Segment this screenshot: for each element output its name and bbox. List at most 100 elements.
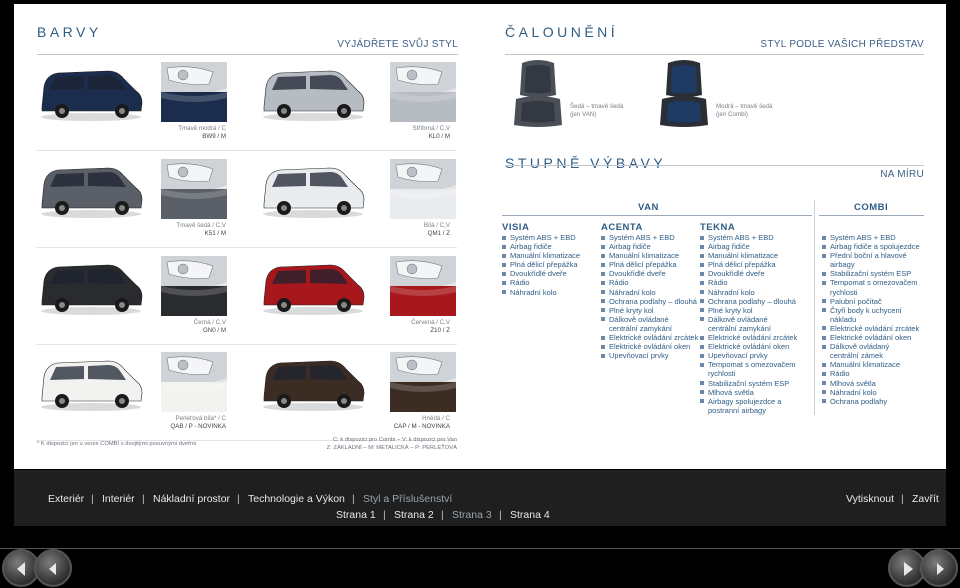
group-van-line [502,215,812,216]
grid-row-rule [36,344,457,345]
feature-item: Upevňovací prvky [601,351,699,360]
car-color-name: Tmavě šedá / C,V [176,222,226,229]
car-color-caption: Stříbrná / C,V KL0 / M [340,125,450,141]
feature-item: Rádio [700,278,798,287]
feature-item: Manuální klimatizace [601,251,699,260]
trim-acenta-features: Systém ABS + EBD Airbag řidiče Manuální kl… [601,233,699,360]
feature-item: Tempomat s omezovačem rychlosti [822,278,920,297]
nav-separator: | [901,493,904,505]
trim-rule [505,165,924,166]
seat-grey-label: Šedá – tmavě šedá (jen VAN) [570,103,624,118]
feature-item: Elektrické ovládání oken [601,342,699,351]
feature-item: Elektrické ovládání zrcátek [822,324,920,333]
headlight-detail [390,352,456,412]
trim-combi-features: Systém ABS + EBD Airbag řidiče a spolujez… [822,233,920,406]
nav-separator: | [441,509,444,521]
car-color-code: QM1 / Z [427,230,450,237]
page-link-2[interactable]: Strana 2 [394,509,434,521]
upholstery-subtitle: STYL PODLE VAŠICH PŘEDSTAV [760,39,924,50]
seat-grey [510,59,566,129]
feature-item: Stabilizační systém ESP [822,269,920,278]
headlight-detail [161,256,227,316]
feature-item: Plné kryty kol [700,306,798,315]
arrow-right-icon [904,562,913,576]
feature-item: Palubní počítač [822,297,920,306]
arrow-left-small-icon [49,563,56,575]
car-color-caption: Hnědá / C CAP / M - NOVINKA [340,415,450,431]
section-link-5[interactable]: Styl a Příslušenství [363,493,452,505]
colors-title: BARVY [37,24,102,40]
car-color-caption: Tmavě šedá / C,V K51 / M [116,222,226,238]
headlight-detail [390,159,456,219]
page-link-4[interactable]: Strana 4 [510,509,550,521]
feature-item: Systém ABS + EBD [502,233,600,242]
car-color-code: Z10 / Z [430,327,450,334]
group-divider [814,200,815,415]
feature-item: Náhradní kolo [822,388,920,397]
car-image [36,162,146,220]
feature-item: Dvoukřídlé dveře [502,269,600,278]
utility-link-1[interactable]: Vytisknout [846,493,894,505]
car-color-code: CAP / M - NOVINKA [393,423,450,430]
feature-item: Mlhová světla [822,379,920,388]
car-color-caption: Tmavě modrá / C BW9 / M [116,125,226,141]
feature-item: Čtyři body k uchycení nákladu [822,306,920,324]
feature-item: Ochrana podlahy – dlouhá [700,297,798,306]
brochure-page: BARVY VYJÁDŘETE SVŮJ STYL Tmavě modrá / … [14,4,946,469]
seat-blue [656,59,712,129]
trim-acenta-title: ACENTA [601,222,643,233]
nav-separator: | [91,493,94,505]
nav-separator: | [383,509,386,521]
feature-item: Náhradní kolo [700,288,798,297]
section-link-4[interactable]: Technologie a Výkon [248,493,345,505]
bottom-navigation: Exteriér | Interiér | Nákladní prostor | Techn… [14,470,946,526]
car-color-name: Červená / C,V [411,319,450,326]
page-link-1[interactable]: Strana 1 [336,509,376,521]
headlight-detail [161,352,227,412]
trim-visia-features: Systém ABS + EBD Airbag řidiče Manuální kl… [502,233,600,297]
car-color-code: GN0 / M [202,327,226,334]
page-link-3[interactable]: Strana 3 [452,509,492,521]
feature-item: Dálkově ovládané centrální zamykání [601,315,699,333]
group-combi-line [819,215,924,216]
upholstery-rule [505,54,924,55]
headlight-detail [161,62,227,122]
next-arrow-button[interactable] [920,549,958,587]
feature-item: Rádio [601,278,699,287]
car-color-code: K51 / M [204,230,226,237]
trim-tekna-title: TEKNA [700,222,736,233]
feature-item: Elektrické ovládání oken [700,342,798,351]
car-color-caption: Bílá / C,V QM1 / Z [340,222,450,238]
car-image [36,355,146,413]
prev-page-button[interactable] [34,549,72,587]
car-color-code: BW9 / M [202,133,226,140]
group-combi-label: COMBI [854,202,889,213]
feature-item: Dálkově ovládaný centrální zámek [822,342,920,360]
feature-item: Plná dělicí přepážka [700,260,798,269]
colors-footnote: * K dispozici jen u verze COMBI s dvojit… [37,441,197,447]
section-link-2[interactable]: Interiér [102,493,135,505]
car-color-name: Černá / C,V [193,319,226,326]
availability-legend-line2: Z: ZÁKLADNÍ – M: METALICKÁ – P: PERLEŤOV… [326,444,457,451]
car-color-name: Tmavě modrá / C [178,125,226,132]
arrow-left-icon [17,562,25,576]
utility-link-2[interactable]: Zavřít [912,493,939,505]
feature-item: Systém ABS + EBD [601,233,699,242]
colors-rule [37,54,458,55]
nav-separator: | [499,509,502,521]
car-image [36,65,146,123]
car-image [258,162,368,220]
section-link-1[interactable]: Exteriér [48,493,84,505]
feature-item: Rádio [502,278,600,287]
seat-blue-label: Modrá – tmavě šedá (jen Combi) [716,103,773,118]
feature-item: Airbag řidiče a spolujezdce [822,242,920,251]
feature-item: Manuální klimatizace [700,251,798,260]
nav-separator: | [237,493,240,505]
feature-item: Airbagy spolujezdce a postranní airbagy [700,397,798,415]
car-image [36,259,146,317]
feature-item: Mlhová světla [700,388,798,397]
feature-item: Dvoukřídlé dveře [700,269,798,278]
car-image [258,65,368,123]
car-color-code: KL0 / M [428,133,450,140]
section-link-3[interactable]: Nákladní prostor [153,493,230,505]
